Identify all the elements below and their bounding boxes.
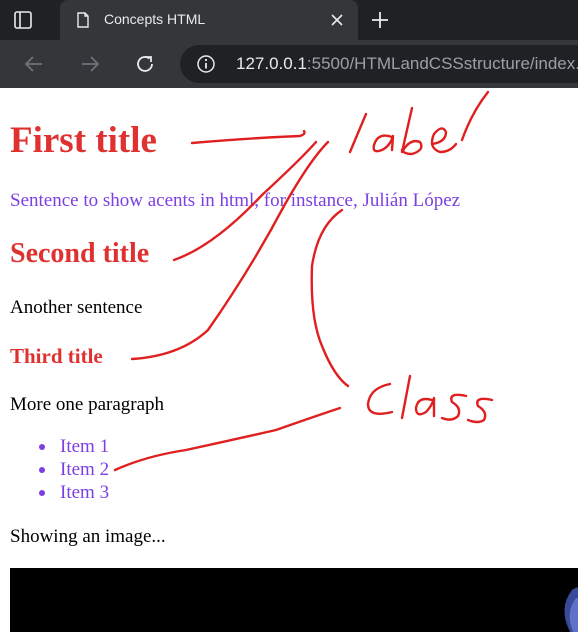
list-item: Item 2 [38, 459, 110, 480]
forward-arrow-icon[interactable] [78, 52, 102, 76]
page-content: First title Sentence to show acents in h… [0, 88, 578, 632]
close-icon[interactable] [328, 11, 346, 29]
another-sentence: Another sentence [10, 297, 143, 318]
url-host: 127.0.0.1 [236, 54, 307, 73]
url-text[interactable]: 127.0.0.1:5500/HTMLandCSSstructure/index… [236, 54, 578, 74]
info-icon[interactable] [196, 54, 216, 74]
window-menu-icon[interactable] [12, 9, 34, 31]
accent-sentence: Sentence to show acents in html, for ins… [10, 190, 461, 211]
back-arrow-icon[interactable] [22, 52, 46, 76]
image-caption: Showing an image... [10, 526, 166, 547]
third-title: Third title [10, 344, 103, 368]
page-image [10, 568, 578, 632]
second-title: Second title [10, 238, 150, 269]
more-paragraph: More one paragraph [10, 394, 165, 415]
tab-title: Concepts HTML [104, 11, 206, 27]
image-preview [564, 587, 578, 632]
item-list: Item 1 Item 2 Item 3 [38, 435, 110, 504]
browser-toolbar: 127.0.0.1:5500/HTMLandCSSstructure/index… [0, 40, 578, 88]
address-bar[interactable]: 127.0.0.1:5500/HTMLandCSSstructure/index… [180, 45, 578, 83]
page-icon [77, 12, 89, 28]
first-title: First title [10, 120, 157, 161]
list-item: Item 1 [38, 436, 110, 457]
reload-icon[interactable] [133, 52, 157, 76]
browser-tab[interactable]: Concepts HTML [60, 0, 358, 40]
tab-strip: Concepts HTML [0, 0, 578, 40]
list-item: Item 3 [38, 482, 110, 503]
url-path: :5500/HTMLandCSSstructure/index. [306, 54, 578, 73]
new-tab-icon[interactable] [368, 8, 392, 32]
